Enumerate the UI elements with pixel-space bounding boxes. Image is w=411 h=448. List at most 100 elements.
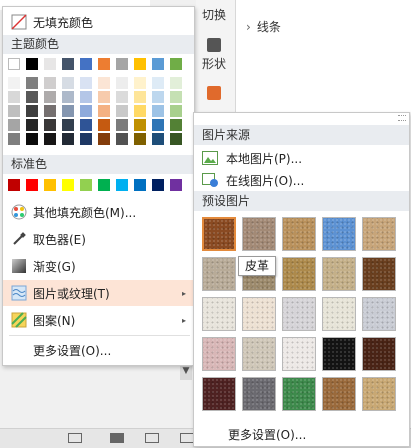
- other-colors-item[interactable]: 其他填充颜色(M)...: [3, 199, 194, 225]
- theme-shade-swatch[interactable]: [44, 133, 56, 145]
- theme-shade-swatch[interactable]: [26, 105, 38, 117]
- theme-shade-swatch[interactable]: [98, 77, 110, 89]
- standard-color-swatch[interactable]: [98, 179, 110, 191]
- submenu-more-settings[interactable]: 更多设置(O)...: [228, 426, 306, 443]
- standard-color-swatch[interactable]: [62, 179, 74, 191]
- no-fill-item[interactable]: 无填充颜色: [3, 9, 194, 35]
- theme-shade-swatch[interactable]: [44, 91, 56, 103]
- picture-texture-item[interactable]: 图片或纹理(T) ▸: [3, 280, 194, 306]
- standard-color-swatch[interactable]: [26, 179, 38, 191]
- theme-shade-swatch[interactable]: [8, 105, 20, 117]
- standard-color-swatch[interactable]: [152, 179, 164, 191]
- theme-shade-swatch[interactable]: [62, 133, 74, 145]
- local-picture-item[interactable]: 本地图片(P)...: [194, 147, 409, 169]
- standard-color-swatch[interactable]: [80, 179, 92, 191]
- texture-swatch[interactable]: [282, 377, 316, 411]
- texture-swatch[interactable]: [282, 337, 316, 371]
- theme-color-swatch[interactable]: [152, 58, 164, 70]
- theme-color-swatch[interactable]: [62, 58, 74, 70]
- theme-shade-swatch[interactable]: [8, 119, 20, 131]
- theme-shade-swatch[interactable]: [116, 77, 128, 89]
- theme-shade-swatch[interactable]: [98, 105, 110, 117]
- texture-swatch[interactable]: [202, 377, 236, 411]
- texture-swatch[interactable]: [242, 217, 276, 251]
- theme-shade-swatch[interactable]: [80, 119, 92, 131]
- theme-color-swatch[interactable]: [26, 58, 38, 70]
- texture-swatch[interactable]: [202, 257, 236, 291]
- theme-shade-swatch[interactable]: [152, 77, 164, 89]
- theme-shade-swatch[interactable]: [80, 77, 92, 89]
- reading-view-icon[interactable]: [180, 433, 194, 443]
- texture-swatch[interactable]: [322, 377, 356, 411]
- theme-shade-swatch[interactable]: [152, 119, 164, 131]
- eyedropper-item[interactable]: 取色器(E): [3, 226, 194, 252]
- side-tab-shape[interactable]: 形状: [198, 38, 230, 72]
- texture-swatch[interactable]: [362, 337, 396, 371]
- theme-shade-swatch[interactable]: [98, 91, 110, 103]
- theme-shade-swatch[interactable]: [26, 133, 38, 145]
- theme-shade-swatch[interactable]: [8, 77, 20, 89]
- standard-color-swatch[interactable]: [8, 179, 20, 191]
- theme-shade-swatch[interactable]: [80, 133, 92, 145]
- theme-shade-swatch[interactable]: [116, 133, 128, 145]
- more-settings-item[interactable]: 更多设置(O)...: [3, 337, 194, 363]
- texture-swatch[interactable]: [362, 257, 396, 291]
- theme-shade-swatch[interactable]: [170, 133, 182, 145]
- theme-shade-swatch[interactable]: [116, 91, 128, 103]
- texture-swatch[interactable]: [362, 377, 396, 411]
- theme-shade-swatch[interactable]: [8, 133, 20, 145]
- texture-swatch[interactable]: [202, 297, 236, 331]
- theme-shade-swatch[interactable]: [152, 91, 164, 103]
- theme-shade-swatch[interactable]: [62, 105, 74, 117]
- theme-shade-swatch[interactable]: [134, 133, 146, 145]
- standard-color-swatch[interactable]: [44, 179, 56, 191]
- theme-shade-swatch[interactable]: [62, 119, 74, 131]
- theme-shade-swatch[interactable]: [170, 91, 182, 103]
- theme-shade-swatch[interactable]: [152, 105, 164, 117]
- theme-shade-swatch[interactable]: [134, 119, 146, 131]
- outline-view-icon[interactable]: [68, 433, 82, 443]
- standard-color-swatch[interactable]: [116, 179, 128, 191]
- line-section-toggle[interactable]: › 线条: [246, 18, 281, 35]
- theme-shade-swatch[interactable]: [170, 119, 182, 131]
- theme-shade-swatch[interactable]: [8, 91, 20, 103]
- theme-shade-swatch[interactable]: [98, 133, 110, 145]
- theme-shade-swatch[interactable]: [98, 119, 110, 131]
- texture-swatch[interactable]: [322, 337, 356, 371]
- theme-shade-swatch[interactable]: [44, 119, 56, 131]
- theme-shade-swatch[interactable]: [26, 91, 38, 103]
- texture-swatch[interactable]: [282, 257, 316, 291]
- theme-color-swatch[interactable]: [44, 58, 56, 70]
- gradient-item[interactable]: 渐变(G): [3, 253, 194, 279]
- texture-swatch[interactable]: [282, 297, 316, 331]
- texture-swatch[interactable]: [362, 297, 396, 331]
- theme-color-swatch[interactable]: [116, 58, 128, 70]
- texture-swatch[interactable]: [242, 297, 276, 331]
- theme-color-swatch[interactable]: [8, 58, 20, 70]
- theme-shade-swatch[interactable]: [80, 91, 92, 103]
- texture-swatch[interactable]: [362, 217, 396, 251]
- texture-swatch[interactable]: [322, 257, 356, 291]
- texture-swatch[interactable]: [202, 217, 236, 251]
- theme-color-swatch[interactable]: [80, 58, 92, 70]
- theme-shade-swatch[interactable]: [116, 119, 128, 131]
- resize-grip-icon[interactable]: [398, 115, 406, 121]
- theme-shade-swatch[interactable]: [26, 119, 38, 131]
- side-tab-switch[interactable]: 切换: [198, 6, 230, 23]
- theme-shade-swatch[interactable]: [62, 91, 74, 103]
- grid-view-icon[interactable]: [145, 433, 159, 443]
- theme-color-swatch[interactable]: [134, 58, 146, 70]
- online-picture-item[interactable]: 在线图片(O)...: [194, 169, 409, 191]
- theme-shade-swatch[interactable]: [152, 133, 164, 145]
- texture-swatch[interactable]: [322, 297, 356, 331]
- theme-shade-swatch[interactable]: [134, 91, 146, 103]
- normal-view-icon[interactable]: [110, 433, 124, 443]
- theme-shade-swatch[interactable]: [170, 105, 182, 117]
- texture-swatch[interactable]: [242, 377, 276, 411]
- texture-swatch[interactable]: [202, 337, 236, 371]
- texture-swatch[interactable]: [282, 217, 316, 251]
- side-tab-property[interactable]: [198, 86, 230, 103]
- theme-shade-swatch[interactable]: [116, 105, 128, 117]
- theme-shade-swatch[interactable]: [44, 105, 56, 117]
- pattern-item[interactable]: 图案(N) ▸: [3, 307, 194, 333]
